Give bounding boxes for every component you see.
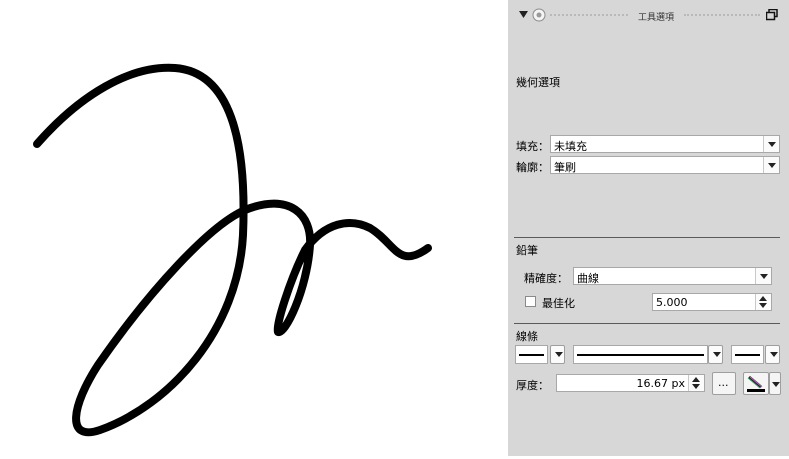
precision-value: 曲線: [577, 272, 599, 285]
stroke-color-button[interactable]: [743, 372, 769, 395]
more-options-label: ...: [718, 376, 729, 389]
collapse-triangle-icon[interactable]: [519, 11, 528, 19]
lines-heading: 線條: [516, 330, 538, 343]
thickness-label: 厚度：: [516, 379, 549, 392]
optimize-value-spinbox[interactable]: 5.000: [652, 293, 772, 311]
thickness-spinbox[interactable]: 16.67 px: [556, 374, 705, 392]
title-dots-right: [684, 14, 760, 16]
chevron-down-icon[interactable]: [772, 382, 780, 387]
title-dots-left: [550, 14, 628, 16]
section-divider: [514, 237, 780, 238]
panel-title-bar: 工具選項: [508, 0, 789, 32]
stroke-color-dropdown-button[interactable]: [769, 372, 781, 395]
fill-value: 未填充: [554, 140, 587, 153]
section-divider: [514, 323, 780, 324]
pencil-stroke: [33, 63, 432, 437]
geometry-options-heading: 幾何選項: [516, 76, 560, 89]
line-cap-selector[interactable]: [515, 345, 548, 364]
stroke-color-picker-icon: [747, 375, 765, 392]
optimize-checkbox[interactable]: [525, 296, 536, 307]
line-cap-dropdown-button[interactable]: [550, 345, 565, 364]
thickness-value: 16.67 px: [636, 377, 685, 390]
chevron-down-icon[interactable]: [763, 136, 779, 152]
drawing-canvas[interactable]: [0, 0, 508, 456]
precision-label: 精確度：: [524, 272, 568, 285]
spinner-icon[interactable]: [688, 375, 704, 391]
fill-label: 填充：: [516, 140, 549, 153]
fill-dropdown[interactable]: 未填充: [550, 135, 780, 153]
panel-title: 工具選項: [638, 13, 675, 23]
chevron-down-icon[interactable]: [763, 157, 779, 173]
line-end-dropdown-button[interactable]: [765, 345, 780, 364]
line-end-selector[interactable]: [731, 345, 764, 364]
line-style-dropdown-button[interactable]: [708, 345, 723, 364]
optimize-value: 5.000: [656, 296, 688, 309]
outline-value: 筆刷: [554, 161, 576, 174]
chevron-down-icon[interactable]: [755, 268, 771, 284]
more-options-button[interactable]: ...: [712, 372, 736, 395]
precision-dropdown[interactable]: 曲線: [573, 267, 772, 285]
line-style-selector[interactable]: [573, 345, 708, 364]
float-window-icon[interactable]: [766, 9, 778, 21]
outline-label: 輪廓：: [516, 161, 549, 174]
pencil-heading: 鉛筆: [516, 244, 538, 257]
outline-dropdown[interactable]: 筆刷: [550, 156, 780, 174]
tool-icon: [532, 8, 546, 22]
spinner-icon[interactable]: [755, 294, 771, 310]
pencil-stroke-drawing: [33, 63, 432, 437]
optimize-label: 最佳化: [542, 297, 575, 310]
tool-options-panel: 工具選項 幾何選項 填充： 未填充 輪廓： 筆刷 鉛筆 精確度： 曲線 最佳化 …: [508, 0, 789, 456]
